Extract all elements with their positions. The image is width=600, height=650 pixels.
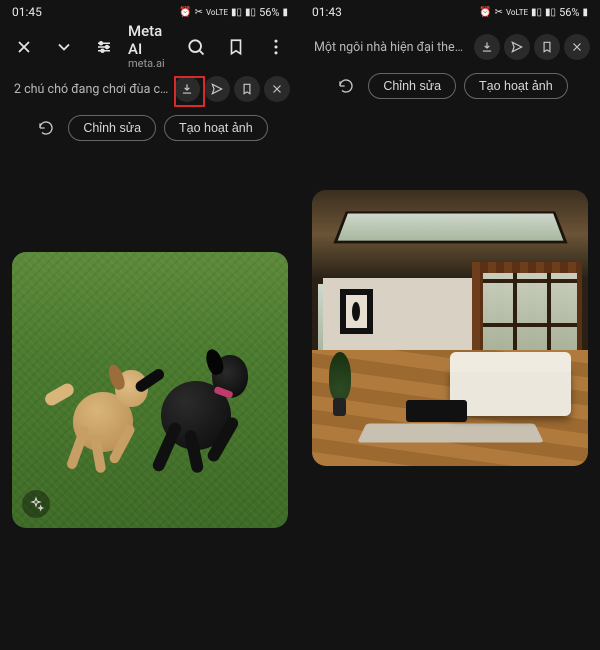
app-bar: Meta AI meta.ai: [0, 24, 300, 70]
animate-button[interactable]: Tạo hoạt ảnh: [464, 73, 568, 99]
prompt-text: 2 chú chó đang chơi đùa cùng nhau ...: [14, 82, 170, 97]
status-bar: 01:43 ⏰✂VoLTE▮▯▮▯ 56%▮: [300, 0, 600, 24]
status-bar: 01:45 ⏰✂VoLTE▮▯▮▯ 56%▮: [0, 0, 300, 24]
generated-image-wrap: [12, 252, 288, 528]
edit-button[interactable]: Chỉnh sửa: [368, 73, 456, 99]
reload-icon[interactable]: [332, 72, 360, 100]
generated-image-house[interactable]: [312, 190, 588, 466]
status-right-icons: ⏰✂VoLTE▮▯▮▯ 56%▮: [179, 6, 288, 19]
chevron-down-icon[interactable]: [48, 31, 80, 63]
save-bookmark-icon[interactable]: [534, 34, 560, 60]
status-right-icons: ⏰✂VoLTE▮▯▮▯ 56%▮: [479, 6, 588, 19]
bookmark-icon[interactable]: [220, 31, 252, 63]
animate-button[interactable]: Tạo hoạt ảnh: [164, 115, 268, 141]
save-bookmark-icon[interactable]: [234, 76, 260, 102]
send-icon[interactable]: [504, 34, 530, 60]
reload-icon[interactable]: [32, 114, 60, 142]
generated-image-dogs[interactable]: [12, 252, 288, 528]
title-group[interactable]: Meta AI meta.ai: [128, 23, 172, 70]
dog-black: [139, 335, 260, 479]
app-subtitle: meta.ai: [128, 58, 172, 71]
close-icon[interactable]: [8, 31, 40, 63]
download-icon[interactable]: [474, 34, 500, 60]
ai-sparkle-icon[interactable]: [22, 490, 50, 518]
prompt-text: Một ngôi nhà hiện đại theo phong cá...: [314, 40, 470, 55]
app-title: Meta AI: [128, 23, 172, 58]
generated-image-wrap: [312, 190, 588, 466]
search-icon[interactable]: [180, 31, 212, 63]
settings-filter-icon[interactable]: [88, 31, 120, 63]
edit-button[interactable]: Chỉnh sửa: [68, 115, 156, 141]
more-icon[interactable]: [260, 31, 292, 63]
status-time: 01:45: [12, 5, 42, 19]
prompt-row: Một ngôi nhà hiện đại theo phong cá...: [300, 24, 600, 66]
action-pill-row: Chỉnh sửa Tạo hoạt ảnh: [0, 108, 300, 152]
phone-right: 01:43 ⏰✂VoLTE▮▯▮▯ 56%▮ Một ngôi nhà hiện…: [300, 0, 600, 650]
action-pill-row: Chỉnh sửa Tạo hoạt ảnh: [300, 66, 600, 110]
phone-left: 01:45 ⏰✂VoLTE▮▯▮▯ 56%▮ Meta AI meta.ai: [0, 0, 300, 650]
status-time: 01:43: [312, 5, 342, 19]
download-icon[interactable]: [174, 76, 200, 102]
prompt-row: 2 chú chó đang chơi đùa cùng nhau ...: [0, 70, 300, 108]
dismiss-icon[interactable]: [564, 34, 590, 60]
send-icon[interactable]: [204, 76, 230, 102]
dismiss-icon[interactable]: [264, 76, 290, 102]
